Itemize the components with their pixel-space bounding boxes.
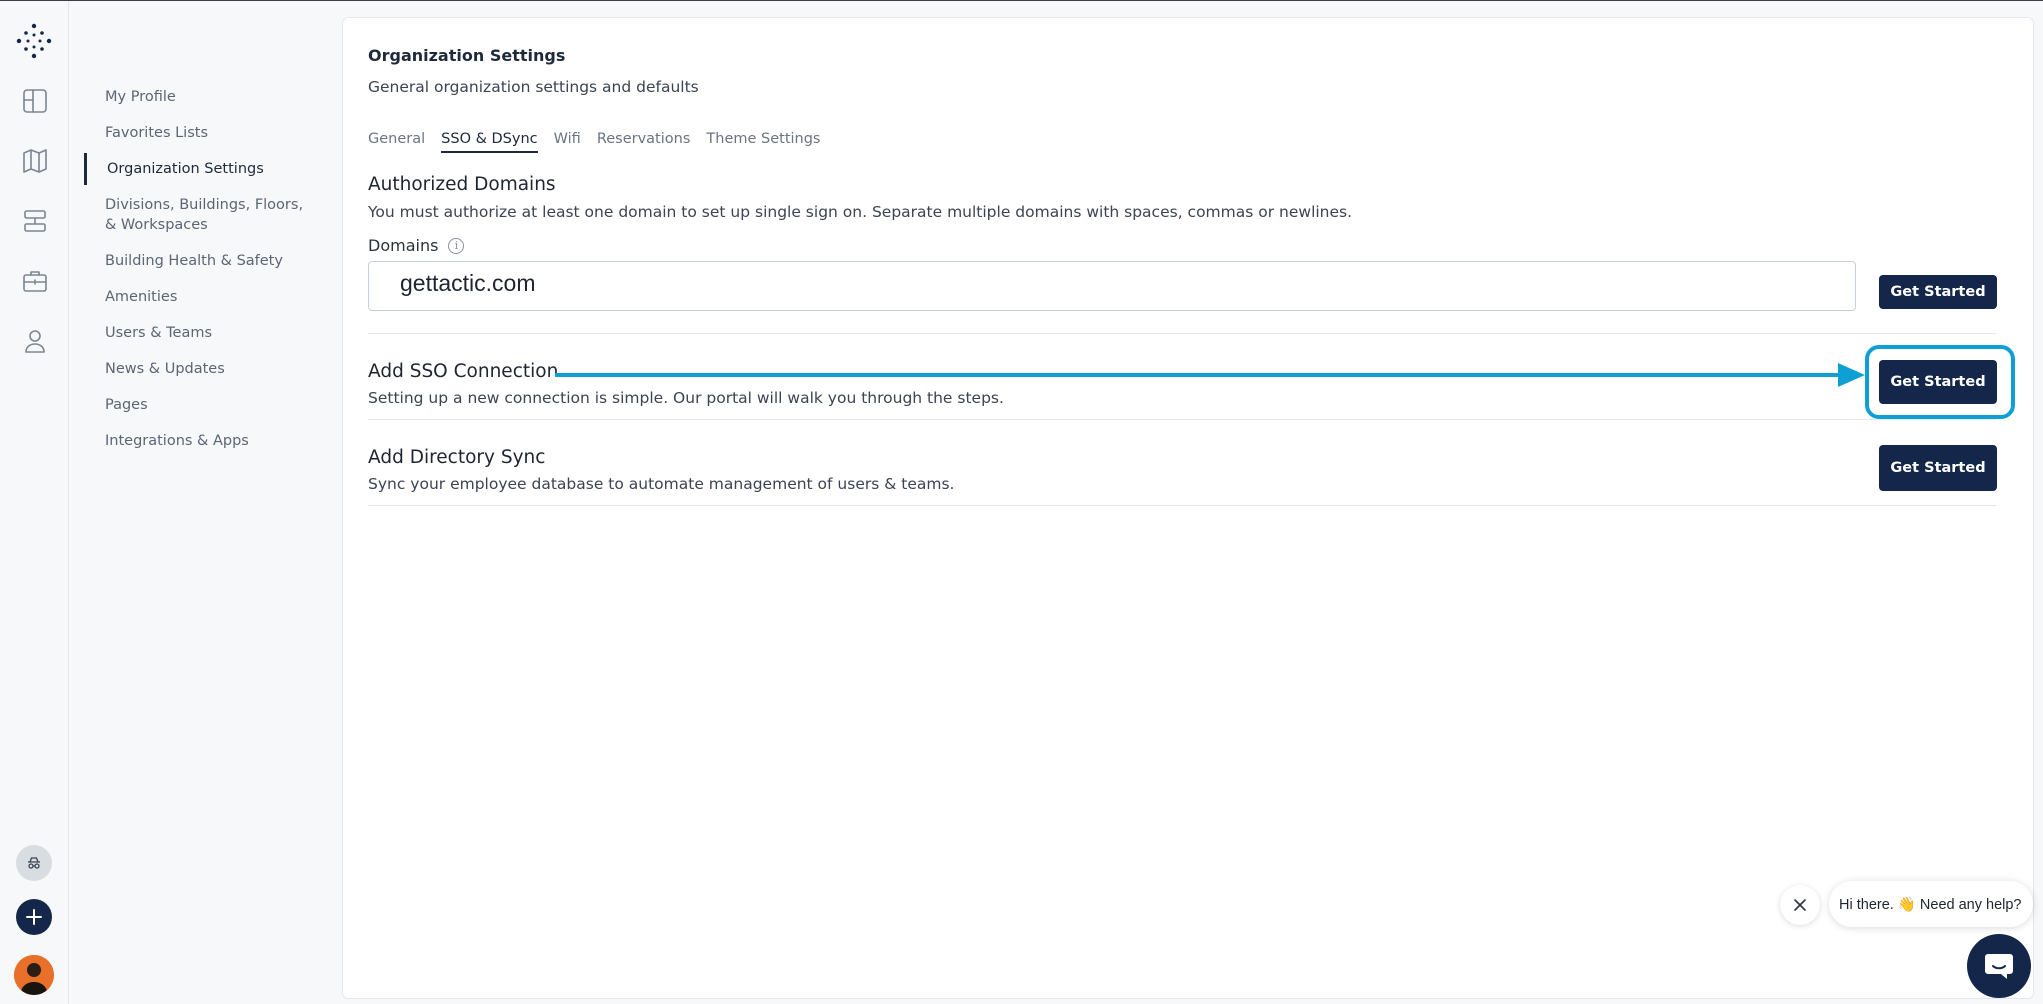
chat-launcher-button[interactable] [1967,934,2031,998]
avatar[interactable] [14,955,54,995]
dsync-description: Sync your employee database to automate … [368,475,955,493]
briefcase-icon[interactable] [21,267,49,295]
subnav-item-integrations[interactable]: Integrations & Apps [105,431,315,451]
authorized-domains-description: You must authorize at least one domain t… [368,203,1353,221]
domains-label: Domains i [368,236,465,255]
close-icon [1794,899,1806,911]
page-title: Organization Settings [368,46,566,65]
logo-icon[interactable] [14,21,54,61]
chat-close-button[interactable] [1780,885,1820,925]
add-icon[interactable] [16,899,52,935]
divider [368,505,1996,506]
user-icon[interactable] [21,327,49,355]
dsync-title: Add Directory Sync [368,447,546,468]
authorized-domains-title: Authorized Domains [368,174,556,195]
settings-tabs: General SSO & DSync Wifi Reservations Th… [368,131,837,153]
page-subtitle: General organization settings and defaul… [368,78,699,96]
sso-description: Setting up a new connection is simple. O… [368,389,1004,407]
map-icon[interactable] [21,147,49,175]
subnav-item-divisions[interactable]: Divisions, Buildings, Floors, & Workspac… [105,195,315,235]
incognito-icon[interactable] [16,845,52,881]
subnav-item-my-profile[interactable]: My Profile [105,87,315,107]
desks-icon[interactable] [21,207,49,235]
chat-icon [1985,954,2013,979]
domains-label-text: Domains [368,236,439,255]
tab-sso-dsync[interactable]: SSO & DSync [441,131,538,153]
subnav-item-users-teams[interactable]: Users & Teams [105,323,315,343]
subnav-item-building-health[interactable]: Building Health & Safety [105,251,315,271]
settings-card: Organization Settings General organizati… [342,17,2034,999]
divider [368,333,1996,334]
subnav-item-favorites-lists[interactable]: Favorites Lists [105,123,315,143]
chat-greeting-bubble[interactable]: Hi there. 👋 Need any help? [1829,881,2033,927]
domains-get-started-button[interactable]: Get Started [1879,275,1997,309]
tab-theme-settings[interactable]: Theme Settings [706,131,820,153]
subnav-item-pages[interactable]: Pages [105,395,315,415]
tab-reservations[interactable]: Reservations [597,131,691,153]
info-icon[interactable]: i [448,237,465,254]
active-indicator [84,153,87,185]
divider [368,419,1996,420]
icon-rail [0,1,69,1004]
subnav-item-news-updates[interactable]: News & Updates [105,359,315,379]
tab-general[interactable]: General [368,131,425,153]
dsync-get-started-button[interactable]: Get Started [1879,445,1997,491]
subnav-item-amenities[interactable]: Amenities [105,287,315,307]
domains-input[interactable]: gettactic.com [368,261,1856,311]
sso-get-started-button[interactable]: Get Started [1879,360,1997,404]
sso-title: Add SSO Connection [368,361,559,382]
arrow-annotation [555,363,1865,387]
floorplan-icon[interactable] [21,87,49,115]
tab-wifi[interactable]: Wifi [554,131,581,153]
subnav-item-organization-settings[interactable]: Organization Settings [107,159,317,179]
